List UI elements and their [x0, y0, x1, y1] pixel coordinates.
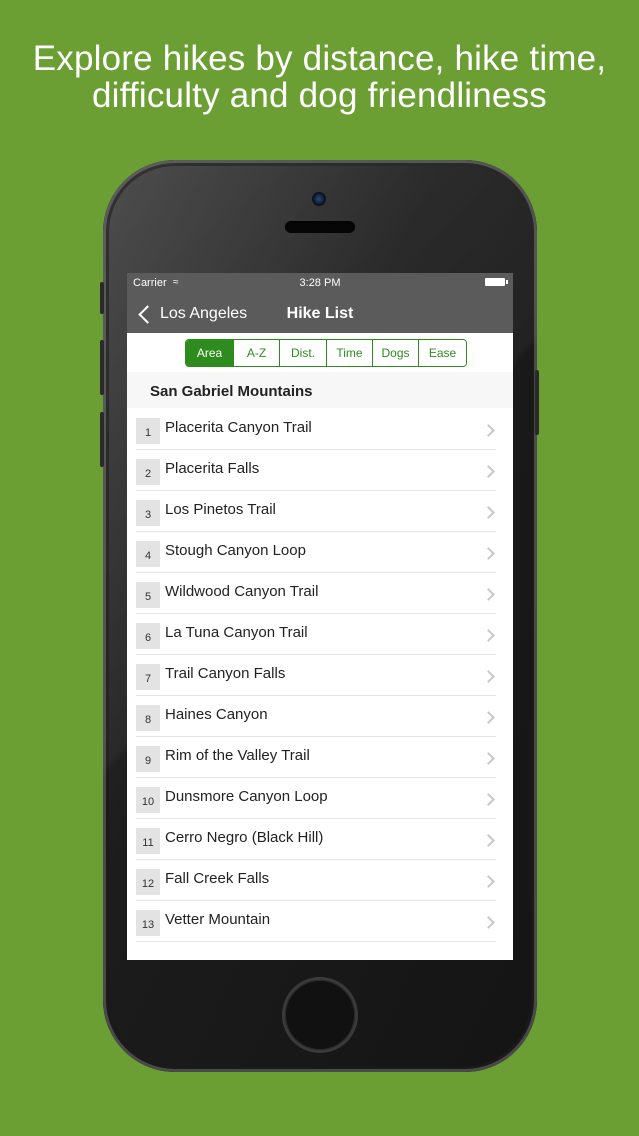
hike-name: Placerita Canyon Trail: [165, 419, 312, 436]
phone-volume-down-button: [100, 412, 104, 467]
segment-dogs[interactable]: Dogs: [372, 340, 418, 366]
hike-row[interactable]: 4 Stough Canyon Loop: [127, 532, 513, 573]
segment-ease[interactable]: Ease: [418, 340, 466, 366]
phone-mute-switch: [100, 282, 104, 314]
hike-name: Dunsmore Canyon Loop: [165, 788, 328, 805]
hike-number-badge: 10: [136, 787, 160, 813]
chevron-right-icon: [482, 793, 495, 806]
hike-list: 1 Placerita Canyon Trail 2 Placerita Fal…: [127, 409, 513, 942]
hike-name: Los Pinetos Trail: [165, 501, 276, 518]
hike-name: La Tuna Canyon Trail: [165, 624, 308, 641]
hike-number-badge: 7: [136, 664, 160, 690]
chevron-right-icon: [482, 752, 495, 765]
status-time: 3:28 PM: [299, 277, 341, 289]
segment-a-z[interactable]: A-Z: [233, 340, 279, 366]
hike-row[interactable]: 2 Placerita Falls: [127, 450, 513, 491]
page-title: Hike List: [286, 305, 354, 322]
navigation-bar: Carrier ≈ 3:28 PM Los Angeles Hike List: [127, 273, 513, 333]
hike-row[interactable]: 7 Trail Canyon Falls: [127, 655, 513, 696]
hike-name: Rim of the Valley Trail: [165, 747, 310, 764]
hike-name: Cerro Negro (Black Hill): [165, 829, 324, 846]
hike-number-badge: 8: [136, 705, 160, 731]
row-divider: [136, 941, 496, 942]
hike-row[interactable]: 8 Haines Canyon: [127, 696, 513, 737]
chevron-right-icon: [482, 670, 495, 683]
app-screen: Carrier ≈ 3:28 PM Los Angeles Hike List …: [127, 273, 513, 960]
hike-name: Stough Canyon Loop: [165, 542, 306, 559]
hike-number-badge: 2: [136, 459, 160, 485]
hike-row[interactable]: 11 Cerro Negro (Black Hill): [127, 819, 513, 860]
hike-row[interactable]: 6 La Tuna Canyon Trail: [127, 614, 513, 655]
chevron-right-icon: [482, 875, 495, 888]
chevron-right-icon: [482, 506, 495, 519]
hike-row[interactable]: 1 Placerita Canyon Trail: [127, 409, 513, 450]
hike-name: Vetter Mountain: [165, 911, 271, 928]
sort-segmented-control: Area A-Z Dist. Time Dogs Ease: [185, 339, 467, 367]
phone-volume-up-button: [100, 340, 104, 395]
segment-time[interactable]: Time: [326, 340, 372, 366]
earpiece-speaker: [285, 221, 355, 233]
chevron-right-icon: [482, 711, 495, 724]
status-bar: Carrier ≈ 3:28 PM: [127, 273, 513, 293]
chevron-right-icon: [482, 424, 495, 437]
hike-name: Placerita Falls: [165, 460, 260, 477]
hike-number-badge: 5: [136, 582, 160, 608]
section-header: San Gabriel Mountains: [127, 372, 513, 408]
promo-headline: Explore hikes by distance, hike time, di…: [0, 40, 639, 114]
chevron-right-icon: [482, 547, 495, 560]
segment-area[interactable]: Area: [186, 340, 233, 366]
hike-name: Wildwood Canyon Trail: [165, 583, 319, 600]
section-header-label: San Gabriel Mountains: [150, 383, 313, 400]
hike-number-badge: 3: [136, 500, 160, 526]
hike-number-badge: 12: [136, 869, 160, 895]
headline-line-1: Explore hikes by distance, hike time,: [32, 39, 607, 78]
hike-row[interactable]: 3 Los Pinetos Trail: [127, 491, 513, 532]
chevron-right-icon: [482, 465, 495, 478]
home-button[interactable]: [285, 980, 355, 1050]
hike-number-badge: 1: [136, 418, 160, 444]
hike-number-badge: 6: [136, 623, 160, 649]
hike-row[interactable]: 12 Fall Creek Falls: [127, 860, 513, 901]
hike-row[interactable]: 9 Rim of the Valley Trail: [127, 737, 513, 778]
chevron-right-icon: [482, 629, 495, 642]
hike-number-badge: 9: [136, 746, 160, 772]
chevron-right-icon: [482, 834, 495, 847]
hike-name: Haines Canyon: [165, 706, 268, 723]
front-camera-icon: [312, 192, 326, 206]
chevron-right-icon: [482, 588, 495, 601]
chevron-right-icon: [482, 916, 495, 929]
hike-name: Fall Creek Falls: [165, 870, 270, 887]
battery-icon: [485, 278, 508, 286]
hike-row[interactable]: 5 Wildwood Canyon Trail: [127, 573, 513, 614]
headline-line-2: difficulty and dog friendliness: [92, 76, 547, 115]
hike-row[interactable]: 13 Vetter Mountain: [127, 901, 513, 942]
hike-name: Trail Canyon Falls: [165, 665, 286, 682]
segment-distance[interactable]: Dist.: [279, 340, 326, 366]
hike-number-badge: 11: [136, 828, 160, 854]
phone-power-button: [535, 370, 539, 435]
hike-number-badge: 4: [136, 541, 160, 567]
hike-row[interactable]: 10 Dunsmore Canyon Loop: [127, 778, 513, 819]
hike-number-badge: 13: [136, 910, 160, 936]
